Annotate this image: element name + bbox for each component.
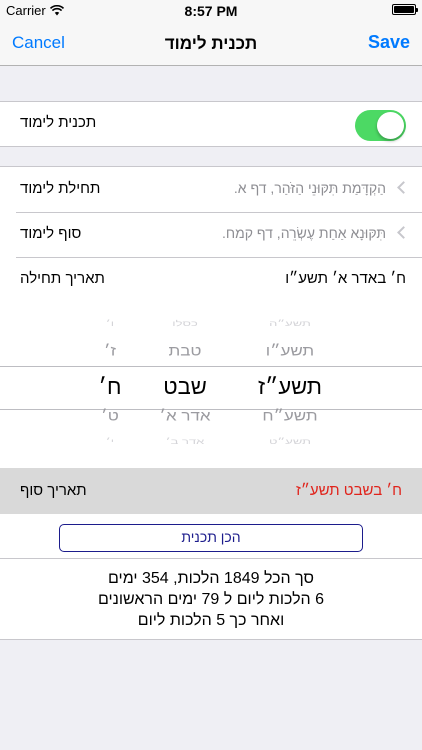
picker-year-item: תשע״ח (262, 407, 318, 424)
picker-day-selected: ח׳ (98, 374, 122, 399)
start-learning-value: הַקְדָּמַת תִּקּוּנֵי הַזֹּהַר, דף א. (233, 180, 386, 196)
end-learning-row[interactable]: סוף לימוד תִּקּוּנָא אַחַת עֶשְׂרֵה, דף … (0, 213, 422, 257)
chevron-right-icon (397, 181, 410, 194)
plan-toggle-group: תכנית לימוד (0, 101, 422, 147)
status-right (392, 4, 418, 15)
prepare-plan-button[interactable]: הכן תכנית (59, 524, 363, 552)
section-divider (0, 558, 422, 559)
plan-toggle-switch[interactable] (355, 110, 406, 141)
save-button[interactable]: Save (368, 32, 410, 53)
picker-month-item: כסלו (172, 319, 198, 328)
summary-line-daily: 6 הלכות ליום ל 79 ימים הראשונים (97, 591, 325, 608)
plan-toggle-row: תכנית לימוד (0, 102, 422, 146)
end-date-value: ח׳ בשבט תשע״ז (295, 482, 402, 499)
picker-day-item: י׳ (105, 437, 115, 446)
picker-day-item: ט׳ (101, 407, 119, 424)
picker-month-column[interactable]: כסלו טבת שבט אדר א׳ אדר ב׳ (140, 310, 230, 468)
plan-toggle-label: תכנית לימוד (20, 114, 97, 131)
navigation-bar: Cancel תכנית לימוד Save (0, 22, 422, 66)
plan-summary-section: הכן תכנית סך הכל 1849 הלכות, 354 ימים 6 … (0, 514, 422, 640)
hebrew-date-picker[interactable]: תשע״ה תשע״ו תשע״ז תשע״ח תשע״ט כסלו טבת ש… (0, 310, 422, 468)
status-bar: Carrier 8:57 PM (0, 0, 422, 22)
summary-line-after: ואחר כך 5 הלכות ליום (137, 612, 285, 629)
picker-year-item: תשע״ו (265, 342, 315, 359)
end-learning-label: סוף לימוד (20, 225, 82, 242)
chevron-right-icon (397, 226, 410, 239)
picker-year-item: תשע״ט (268, 437, 312, 446)
plan-summary-text: סך הכל 1849 הלכות, 354 ימים 6 הלכות ליום… (0, 568, 422, 631)
settings-group: תחילת לימוד הַקְדָּמַת תִּקּוּנֵי הַזֹּה… (0, 166, 422, 310)
start-learning-row[interactable]: תחילת לימוד הַקְדָּמַת תִּקּוּנֵי הַזֹּה… (0, 168, 422, 212)
start-learning-label: תחילת לימוד (20, 180, 101, 197)
picker-year-selected: תשע״ז (257, 374, 322, 399)
end-learning-value: תִּקּוּנָא אַחַת עֶשְׂרֵה, דף קמח. (221, 225, 386, 241)
start-date-value: ח׳ באדר א׳ תשע״ו (285, 270, 406, 287)
picker-month-selected: שבט (163, 374, 207, 399)
picker-year-column[interactable]: תשע״ה תשע״ו תשע״ז תשע״ח תשע״ט (240, 310, 340, 468)
start-date-row[interactable]: תאריך תחילה ח׳ באדר א׳ תשע״ו (0, 258, 422, 302)
picker-year-item: תשע״ה (269, 319, 311, 328)
picker-day-column[interactable]: ו׳ ז׳ ח׳ ט׳ י׳ (80, 310, 140, 468)
picker-month-item: טבת (168, 342, 202, 359)
summary-line-total: סך הכל 1849 הלכות, 354 ימים (108, 570, 314, 587)
picker-day-item: ז׳ (103, 342, 117, 359)
picker-month-item: אדר א׳ (159, 407, 211, 424)
start-date-label: תאריך תחילה (20, 270, 105, 287)
nav-title: תכנית לימוד (164, 34, 258, 53)
end-date-row[interactable]: תאריך סוף ח׳ בשבט תשע״ז (0, 468, 422, 514)
toggle-knob (377, 112, 404, 139)
picker-day-item: ו׳ (105, 319, 115, 328)
end-date-label: תאריך סוף (20, 482, 87, 499)
battery-icon (392, 4, 418, 15)
picker-month-item: אדר ב׳ (165, 437, 205, 446)
status-time: 8:57 PM (184, 3, 238, 19)
